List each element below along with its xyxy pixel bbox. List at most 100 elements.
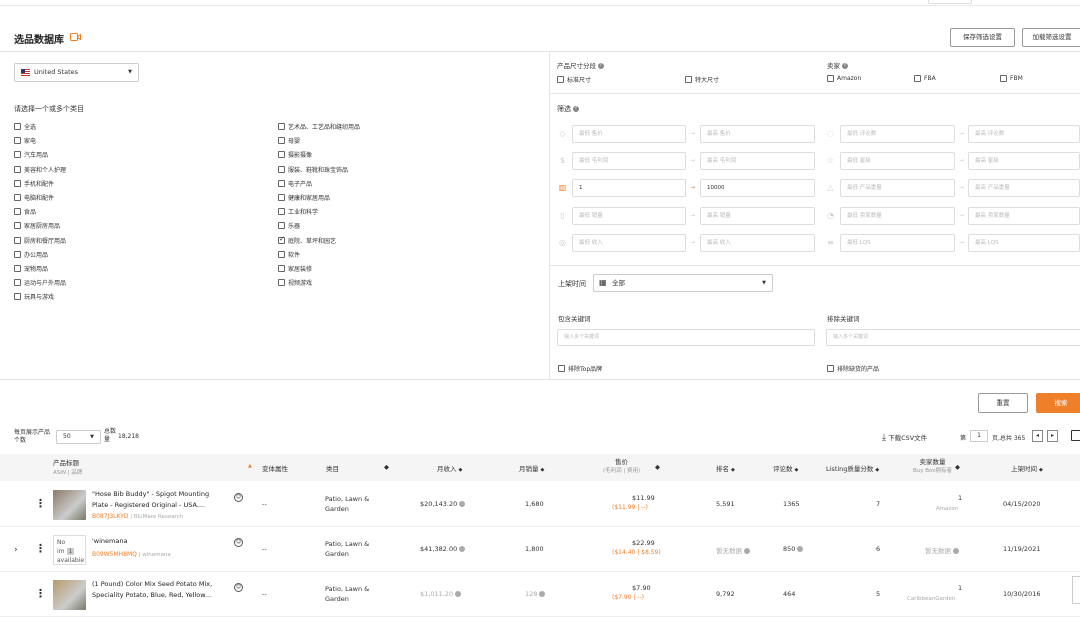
info-icon[interactable] <box>797 546 804 552</box>
per-page-select[interactable]: 50 ▼ <box>56 430 101 444</box>
search-button[interactable]: 搜索 <box>1036 393 1080 413</box>
col-sales[interactable]: 月销量 ◆ <box>519 463 544 473</box>
category-checkbox[interactable]: 电脑和配件 <box>14 193 54 202</box>
help-icon[interactable]: ? <box>573 106 579 112</box>
reset-button[interactable]: 重置 <box>978 393 1028 413</box>
category-checkbox[interactable]: 食品 <box>14 207 36 216</box>
category-checkbox[interactable]: 办公用品 <box>14 250 48 259</box>
category-checkbox[interactable]: 运动与户外用品 <box>14 278 66 287</box>
max-input[interactable]: 最高 评论数 <box>968 125 1080 143</box>
category-checkbox[interactable]: 艺术品、工艺品和缝纫用品 <box>278 122 360 131</box>
marketplace-select[interactable]: United States ▼ <box>14 63 139 82</box>
category-checkbox[interactable]: 软件 <box>278 250 300 259</box>
col-revenue[interactable]: 月收入 ◆ <box>437 463 462 473</box>
min-input[interactable]: 最低 LQS <box>840 233 955 252</box>
category-checkbox[interactable]: 电子产品 <box>278 179 312 188</box>
category-checkbox[interactable]: 乐器 <box>278 221 300 230</box>
min-input[interactable]: 最低 产品重量 <box>840 179 955 198</box>
category-checkbox[interactable]: 母婴 <box>278 136 300 145</box>
max-input[interactable]: 最高 销量 <box>700 206 815 225</box>
checkbox-box[interactable] <box>685 76 692 83</box>
checkbox-box[interactable] <box>278 235 285 244</box>
category-checkbox[interactable]: 玩具与游戏 <box>14 292 54 301</box>
max-input[interactable]: 最高 毛利润 <box>700 152 815 171</box>
product-image[interactable] <box>53 580 86 610</box>
product-title-line2[interactable]: Plate - Registered Original - USA.... <box>92 501 205 509</box>
checkbox-box[interactable] <box>278 208 285 216</box>
checkbox-box[interactable] <box>278 179 285 187</box>
checkbox-box[interactable] <box>14 123 21 130</box>
download-csv-link[interactable]: ⤓ 下载CSV文件 <box>882 432 927 443</box>
seller-amazon-checkbox[interactable]: Amazon <box>827 75 861 82</box>
expand-chevron-icon[interactable]: › <box>14 545 18 555</box>
seller-fbm-checkbox[interactable]: FBM <box>1000 75 1023 82</box>
prev-page-button[interactable]: ◂ <box>1032 430 1043 442</box>
checkbox-box[interactable] <box>14 279 21 287</box>
col-price[interactable]: 售价 (毛利润 | 费用) <box>603 458 640 475</box>
category-checkbox[interactable]: 庭院、草坪和园艺 <box>278 235 336 245</box>
checkbox-box[interactable] <box>1000 75 1007 82</box>
checkbox-box[interactable] <box>278 265 285 272</box>
checkbox-box[interactable] <box>278 279 285 287</box>
info-icon[interactable] <box>459 501 466 507</box>
min-input[interactable]: 最低 评论数 <box>840 125 955 143</box>
max-input[interactable]: 最高 收入 <box>700 233 815 252</box>
exclude-oos-checkbox[interactable]: 排除缺货的产品 <box>827 364 879 373</box>
checkbox-box[interactable] <box>278 165 285 173</box>
sort-icon[interactable]: ◆ <box>384 463 389 471</box>
video-icon[interactable] <box>70 33 81 41</box>
include-keyword-input[interactable]: 输入多个关键词 <box>557 329 815 346</box>
sort-up-icon[interactable]: ▲ <box>248 463 252 469</box>
checkbox-box[interactable] <box>278 151 285 159</box>
column-settings-icon[interactable] <box>1071 430 1080 441</box>
min-input[interactable]: 1 <box>572 179 686 198</box>
min-input[interactable]: 最低 售价 <box>572 125 686 143</box>
checkbox-box[interactable] <box>14 222 21 230</box>
help-icon[interactable]: ? <box>842 63 848 69</box>
user-icon[interactable]: ☺ <box>234 538 243 547</box>
help-icon[interactable]: ? <box>598 63 604 69</box>
size-oversize-checkbox[interactable]: 特大尺寸 <box>685 75 719 84</box>
save-filter-button[interactable]: 保存筛选设置 <box>950 28 1015 47</box>
info-icon[interactable] <box>953 548 959 554</box>
col-lqs[interactable]: Listing质量分数 ◆ <box>826 463 879 473</box>
exclude-top-brands-checkbox[interactable]: 排除Top品牌 <box>558 364 602 373</box>
top-control[interactable] <box>928 0 972 4</box>
col-category[interactable]: 类目 <box>326 463 339 473</box>
checkbox-box[interactable] <box>558 365 565 372</box>
max-input[interactable]: 最高 售价 <box>700 125 815 143</box>
max-input[interactable]: 最高 LQS <box>968 233 1080 252</box>
category-checkbox[interactable]: 厨房和餐厅用品 <box>14 236 66 245</box>
checkbox-box[interactable] <box>14 250 21 258</box>
category-checkbox[interactable]: 摄影摄像 <box>278 150 312 159</box>
info-icon[interactable] <box>744 548 750 554</box>
page-input[interactable]: 1 <box>970 430 988 442</box>
max-input[interactable]: 10000 <box>700 179 815 198</box>
size-standard-checkbox[interactable]: 标准尺寸 <box>557 75 591 84</box>
sort-icon[interactable]: ◆ <box>655 463 660 471</box>
product-title-line1[interactable]: (1 Pound) Color Mix Seed Potato Mix, <box>92 580 212 588</box>
asin-link[interactable]: B09W5MH8MQ <box>92 551 137 558</box>
checkbox-box[interactable] <box>14 137 21 145</box>
col-date[interactable]: 上架时间 ◆ <box>1011 463 1043 473</box>
product-title-line2[interactable]: Speciality Potato, Blue, Red, Yellow... <box>92 591 211 599</box>
checkbox-box[interactable] <box>827 75 834 82</box>
info-icon[interactable] <box>459 546 466 552</box>
next-page-button[interactable]: ▸ <box>1047 430 1058 442</box>
more-options-icon[interactable]: ⋮ <box>35 543 46 554</box>
checkbox-box[interactable] <box>14 179 21 187</box>
side-panel-tab[interactable] <box>1072 576 1080 604</box>
min-input[interactable]: 最低 星级 <box>840 152 955 171</box>
product-title-line1[interactable]: "Hose Bib Buddy" - Spigot Mounting <box>92 490 209 498</box>
category-checkbox[interactable]: 视频游戏 <box>278 278 312 287</box>
checkbox-box[interactable] <box>278 137 285 145</box>
checkbox-box[interactable] <box>14 265 21 272</box>
checkbox-box[interactable] <box>14 151 21 159</box>
product-image[interactable] <box>53 490 86 520</box>
category-checkbox[interactable]: 全选 <box>14 122 36 131</box>
user-icon[interactable]: ☺ <box>234 583 243 592</box>
category-checkbox[interactable]: 家居装修 <box>278 264 312 273</box>
product-title-line1[interactable]: 'winemana <box>92 537 127 545</box>
load-filter-button[interactable]: 加载筛选设置 <box>1022 28 1080 47</box>
listing-time-select[interactable]: ▦ 全部 ▼ <box>593 274 773 292</box>
